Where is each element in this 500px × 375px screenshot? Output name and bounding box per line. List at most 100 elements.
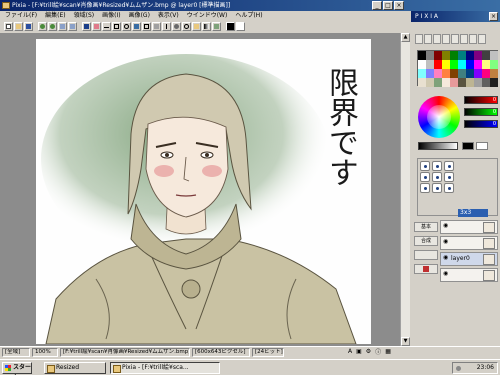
brush-shape[interactable] [432,183,442,193]
layer-delete-button[interactable] [414,264,438,274]
layer-panel: 基本 合成 ◉ ◉ ◉ layer0 ◉ [412,218,500,294]
panel-close-icon[interactable]: × [489,12,498,21]
eye-icon[interactable]: ◉ [443,238,448,245]
copy-icon[interactable] [68,22,77,31]
smudge-icon[interactable] [451,34,459,44]
open-file-icon[interactable] [14,22,23,31]
color-wheel[interactable] [418,96,460,138]
brush-shape[interactable] [444,172,454,182]
eye-icon[interactable]: ◉ [443,270,448,277]
eye-icon[interactable]: ◉ [443,254,448,261]
zoom-icon[interactable] [182,22,191,31]
info-icon[interactable]: ⓘ [375,347,381,356]
dodge-icon[interactable] [460,34,468,44]
panel-titlebar[interactable]: P I X I A × [411,11,500,22]
layer-row[interactable]: ◉ [440,220,498,234]
status-bar: [全域] 100% [F:¥trill絵¥scan¥肖像画¥Resized¥ムム… [0,346,500,357]
hand-icon[interactable] [192,22,201,31]
move-icon[interactable] [152,22,161,31]
minimize-icon[interactable]: _ [372,1,382,10]
window-controls: _ □ × [372,1,498,10]
spray-icon[interactable] [172,22,181,31]
clock[interactable]: 23:06 [477,364,494,371]
close-icon[interactable]: × [394,1,404,10]
brush-icon[interactable] [415,34,423,44]
fg-color-icon[interactable] [226,22,235,31]
brush-size-display[interactable]: 3x3 [458,209,488,217]
grid-icon[interactable]: ▦ [385,348,391,355]
undo-icon[interactable] [38,22,47,31]
scroll-down-icon[interactable]: ▼ [401,337,410,346]
brush-shape[interactable] [444,161,454,171]
taskbar-item[interactable]: Resized [44,362,106,374]
brooch [181,279,201,299]
menu-region[interactable]: 領域(S) [71,11,98,20]
menu-image2[interactable]: 画像(G) [126,11,153,20]
pen-icon[interactable] [82,22,91,31]
rgb-sliders: 0 0 0 [464,96,498,132]
brush-shape[interactable] [432,172,442,182]
blur-icon[interactable] [442,34,450,44]
menu-window[interactable]: ウインドウ(W) [184,11,231,20]
background-swatch[interactable] [476,142,488,150]
bg-color-icon[interactable] [236,22,245,31]
canvas-vertical-scrollbar[interactable]: ▲ ▼ [400,33,410,346]
text-icon[interactable] [162,22,171,31]
menu-bar: ファイル(F) 編集(E) 領域(S) 画像(I) 画像(G) 表示(V) ウイ… [0,11,410,20]
taskbar: スタート Resized Pixia - [F:¥trill絵¥sca... 2… [0,359,500,375]
toolbar [0,21,410,32]
new-file-icon[interactable] [4,22,13,31]
layer-basic-button[interactable]: 基本 [414,222,438,232]
status-size: [600x643ピクセル] [192,348,250,357]
menu-file[interactable]: ファイル(F) [2,11,40,20]
maximize-icon[interactable]: □ [383,1,393,10]
brush-shape[interactable] [432,161,442,171]
brush-shape[interactable] [444,183,454,193]
paste-icon[interactable] [58,22,67,31]
pencil-icon[interactable] [424,34,432,44]
eraser-small-icon[interactable] [478,34,486,44]
layer-row-active[interactable]: ◉ layer0 [440,252,498,266]
layer-row[interactable]: ◉ [440,268,498,282]
settings-icon[interactable]: ⚙ [366,348,371,355]
brush-panel: 3x3 [417,158,498,217]
stamp-icon[interactable] [469,34,477,44]
layer-thumbnail [483,270,495,281]
start-button[interactable]: スタート [2,362,32,375]
drawing-canvas[interactable]: 限界です [36,39,371,344]
blue-slider[interactable]: 0 [464,120,498,128]
menu-help[interactable]: ヘルプ(H) [232,11,265,20]
gray-ramp[interactable] [418,142,458,150]
green-slider[interactable]: 0 [464,108,498,116]
ellipse-icon[interactable] [122,22,131,31]
menu-edit[interactable]: 編集(E) [42,11,68,20]
layer-row[interactable]: ◉ [440,236,498,250]
menu-image[interactable]: 画像(I) [99,11,123,20]
airbrush-icon[interactable] [433,34,441,44]
gradient-icon[interactable] [202,22,211,31]
menu-view[interactable]: 表示(V) [155,11,182,20]
layer-icon[interactable]: ▣ [356,348,362,355]
taskbar-item-active[interactable]: Pixia - [F:¥trill絵¥sca... [110,362,220,374]
layer-blank-button[interactable] [414,250,438,260]
panel-mini-tools [415,34,498,46]
brush-shape[interactable] [420,161,430,171]
select-icon[interactable] [142,22,151,31]
scroll-up-icon[interactable]: ▲ [401,33,410,42]
layer-merge-button[interactable]: 合成 [414,236,438,246]
app-icon [2,2,10,9]
brush-shape[interactable] [420,172,430,182]
eraser-icon[interactable] [92,22,101,31]
eye-icon[interactable]: ◉ [443,222,448,229]
picker-icon[interactable] [212,22,221,31]
foreground-swatch[interactable] [462,142,474,150]
save-file-icon[interactable] [24,22,33,31]
line-icon[interactable] [102,22,111,31]
redo-icon[interactable] [48,22,57,31]
brush-shape[interactable] [420,183,430,193]
fill-icon[interactable] [132,22,141,31]
color-palette[interactable] [417,50,498,87]
font-icon[interactable]: A [348,348,352,355]
red-slider[interactable]: 0 [464,96,498,104]
rect-icon[interactable] [112,22,121,31]
